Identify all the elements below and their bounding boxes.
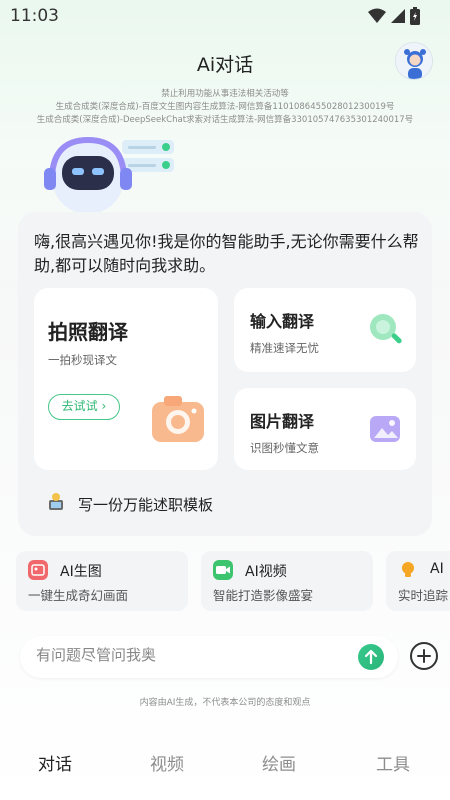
title-bar: Ai对话 [0,42,450,82]
status-bar: 11:03 [0,0,450,32]
image-translate-subtitle: 识图秒懂文意 [250,441,319,455]
input-translate-subtitle: 精准速译无忧 [250,341,319,355]
lightbulb-icon [398,560,418,580]
video-icon [213,560,233,580]
status-time: 11:03 [10,6,59,26]
chat-input-bar [20,636,398,678]
photo-translate-title: 拍照翻译 [48,320,128,344]
image-translate-card[interactable]: 图片翻译 识图秒懂文意 [234,388,416,470]
notice-line: 生成合成类(深度合成)-百度文生图内容生成算法-网信算备110108645502… [55,102,395,112]
template-suggestion-text: 写一份万能述职模板 [78,495,214,514]
picture-icon [368,412,404,450]
assistant-card: 嗨,很高兴遇见你!我是你的智能助手,无论你需要什么帮助,都可以随时向我求助。 拍… [18,212,432,536]
try-button-label: 去试试 [61,399,98,413]
try-button[interactable]: 去试试 › [48,394,120,420]
computer-user-icon [46,492,66,516]
wifi-icon [368,8,386,28]
input-translate-title: 输入翻译 [250,312,315,331]
feature-ai-image-title: AI生图 [60,564,102,580]
feature-ai-video-subtitle: 智能打造影像盛宴 [213,588,314,603]
photo-translate-card[interactable]: 拍照翻译 一拍秒现译文 去试试 › [34,288,218,470]
feature-row: AI生图 一键生成奇幻画面 AI视频 智能打造影像盛宴 AI 实时追踪 [16,551,450,611]
photo-translate-subtitle: 一拍秒现译文 [48,353,117,367]
input-translate-card[interactable]: 输入翻译 精准速译无忧 [234,288,416,372]
status-icons [368,7,420,29]
robot-mascot [30,128,190,224]
feature-ai-tracking[interactable]: AI 实时追踪 [386,551,450,611]
feature-ai-video[interactable]: AI视频 智能打造影像盛宴 [201,551,373,611]
regulatory-notice: 禁止利用功能从事违法相关活动等 生成合成类(深度合成)-百度文生图内容生成算法-… [0,88,450,127]
send-button[interactable] [358,644,384,670]
plus-icon [417,649,431,663]
notice-line: 禁止利用功能从事违法相关活动等 [161,89,289,99]
add-button[interactable] [410,642,438,670]
image-icon [28,560,48,580]
tab-chat[interactable]: 对话 [38,750,72,775]
bottom-tab-bar: 对话 视频 绘画 工具 [0,738,450,788]
signal-icon [390,8,406,28]
camera-icon [150,392,206,448]
feature-ai-tracking-title: AI [430,561,444,577]
chat-input[interactable] [36,646,336,664]
avatar[interactable] [395,42,433,80]
feature-ai-tracking-subtitle: 实时追踪 [398,588,449,603]
template-suggestion[interactable]: 写一份万能述职模板 [46,492,213,516]
tab-painting[interactable]: 绘画 [262,750,296,775]
feature-ai-video-title: AI视频 [245,564,287,580]
page-title: Ai对话 [196,54,254,76]
feature-ai-image-subtitle: 一键生成奇幻画面 [28,588,129,603]
tab-video[interactable]: 视频 [150,750,184,775]
tab-tools[interactable]: 工具 [376,750,410,775]
arrow-up-icon [364,649,378,665]
ai-disclaimer: 内容由AI生成，不代表本公司的态度和观点 [139,698,311,708]
assistant-greeting: 嗨,很高兴遇见你!我是你的智能助手,无论你需要什么帮助,都可以随时向我求助。 [34,232,419,275]
notice-line: 生成合成类(深度合成)-DeepSeekChat求索对话生成算法-网信算备330… [36,115,414,125]
magnifier-icon [368,312,404,352]
image-translate-title: 图片翻译 [250,412,315,431]
battery-icon [410,7,420,29]
feature-ai-image[interactable]: AI生图 一键生成奇幻画面 [16,551,188,611]
